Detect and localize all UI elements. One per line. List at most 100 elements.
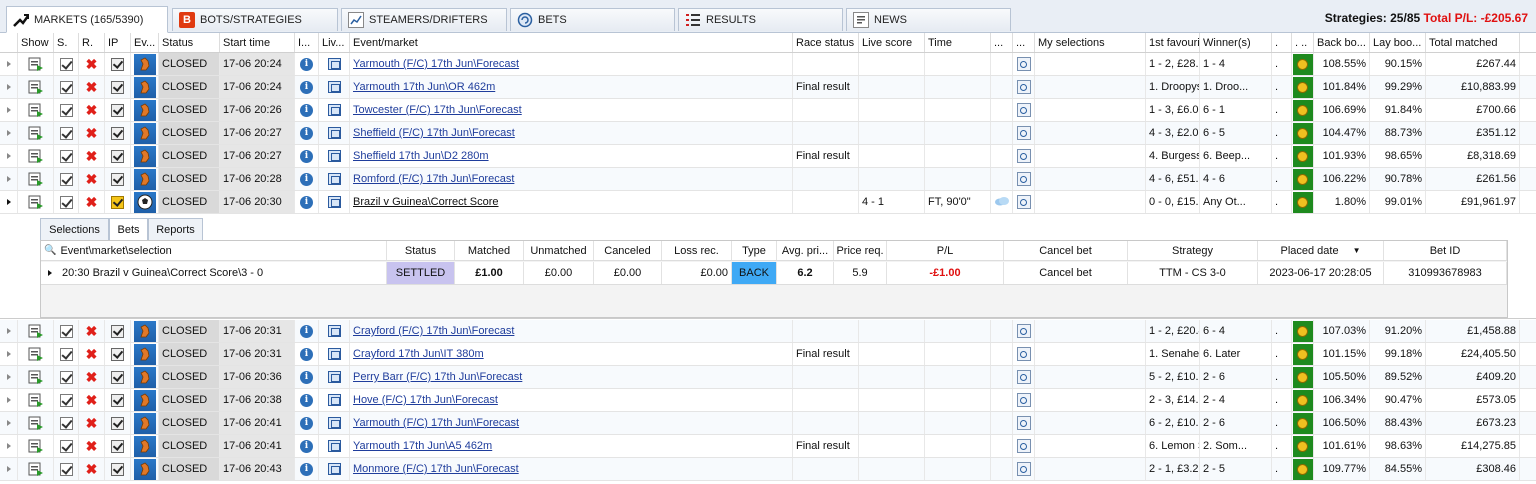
- magnifier-icon[interactable]: [1016, 347, 1031, 361]
- info-icon[interactable]: i: [300, 439, 313, 453]
- coin-cell[interactable]: [1292, 412, 1314, 434]
- col-r[interactable]: R.: [79, 33, 105, 52]
- event-market-link[interactable]: Towcester (F/C) 17th Jun\Forecast: [353, 104, 522, 116]
- event-market-cell[interactable]: Yarmouth 17th Jun\OR 462m: [350, 76, 793, 98]
- table-row[interactable]: ✖ CLOSED 17-06 20:41 i Yarmouth (F/C) 17th J…: [0, 412, 1536, 435]
- ip-cell[interactable]: [105, 76, 131, 98]
- tab-markets[interactable]: MARKETS (165/5390): [6, 6, 168, 33]
- col-s[interactable]: S.: [54, 33, 79, 52]
- coin-cell[interactable]: [1292, 168, 1314, 190]
- info-cell[interactable]: i: [295, 412, 319, 434]
- event-market-cell[interactable]: Monmore (F/C) 17th Jun\Forecast: [350, 458, 793, 480]
- col-info[interactable]: I...: [295, 33, 319, 52]
- bcol-bet-id[interactable]: Bet ID: [1384, 241, 1507, 260]
- ip-cell[interactable]: [105, 435, 131, 457]
- info-cell[interactable]: i: [295, 53, 319, 75]
- event-market-link[interactable]: Hove (F/C) 17th Jun\Forecast: [353, 394, 498, 406]
- remove-icon[interactable]: ✖: [86, 346, 98, 363]
- col-back-book[interactable]: Back bo...: [1314, 33, 1370, 52]
- r-cell[interactable]: ✖: [79, 76, 105, 98]
- magnifier-icon[interactable]: [1016, 370, 1031, 384]
- live-video-icon[interactable]: [327, 371, 341, 383]
- s-cell[interactable]: [54, 76, 79, 98]
- tab-results[interactable]: RESULTS: [678, 8, 843, 31]
- col-show[interactable]: Show: [18, 33, 54, 52]
- ip-cell[interactable]: [105, 366, 131, 388]
- s-cell[interactable]: [54, 122, 79, 144]
- show-cell[interactable]: [18, 366, 54, 388]
- live-cell[interactable]: [319, 99, 350, 121]
- live-video-icon[interactable]: [327, 81, 341, 93]
- event-market-cell[interactable]: Brazil v Guinea\Correct Score: [350, 191, 793, 213]
- coin-cell[interactable]: [1292, 458, 1314, 480]
- live-video-icon[interactable]: [327, 348, 341, 360]
- s-cell[interactable]: [54, 389, 79, 411]
- col-event[interactable]: Ev...: [131, 33, 159, 52]
- select-checkbox[interactable]: [59, 57, 73, 71]
- select-checkbox[interactable]: [59, 195, 73, 209]
- select-checkbox[interactable]: [59, 149, 73, 163]
- coin-cell[interactable]: [1292, 320, 1314, 342]
- col-winners[interactable]: Winner(s): [1200, 33, 1272, 52]
- select-checkbox[interactable]: [59, 80, 73, 94]
- expand-toggle[interactable]: [0, 168, 18, 190]
- live-cell[interactable]: [319, 343, 350, 365]
- live-video-icon[interactable]: [327, 440, 341, 452]
- col-my-selections[interactable]: My selections: [1035, 33, 1146, 52]
- ip-cell[interactable]: [105, 191, 131, 213]
- live-cell[interactable]: [319, 53, 350, 75]
- remove-icon[interactable]: ✖: [86, 438, 98, 455]
- expand-toggle[interactable]: [0, 122, 18, 144]
- s-cell[interactable]: [54, 320, 79, 342]
- table-row[interactable]: ✖ CLOSED 17-06 20:36 i Perry Barr (F/C) 17th…: [0, 366, 1536, 389]
- info-icon[interactable]: i: [300, 347, 313, 361]
- coin-cell[interactable]: [1292, 76, 1314, 98]
- coin-cell[interactable]: [1292, 435, 1314, 457]
- coins-icon[interactable]: [1292, 320, 1313, 342]
- event-market-cell[interactable]: Perry Barr (F/C) 17th Jun\Forecast: [350, 366, 793, 388]
- search-cell[interactable]: [1013, 389, 1035, 411]
- col-start-time[interactable]: Start time: [220, 33, 295, 52]
- col-1st-favourite[interactable]: 1st favourite: [1146, 33, 1200, 52]
- col-lay-book[interactable]: Lay boo...: [1370, 33, 1426, 52]
- bcol-canceled[interactable]: Canceled: [594, 241, 662, 260]
- r-cell[interactable]: ✖: [79, 412, 105, 434]
- live-video-icon[interactable]: [327, 196, 341, 208]
- coin-cell[interactable]: [1292, 389, 1314, 411]
- show-cell[interactable]: [18, 458, 54, 480]
- tab-steamers-drifters[interactable]: STEAMERS/DRIFTERS: [341, 8, 507, 31]
- s-cell[interactable]: [54, 343, 79, 365]
- info-icon[interactable]: i: [300, 80, 313, 94]
- table-row[interactable]: ✖ CLOSED 17-06 20:43 i Monmore (F/C) 17th Ju…: [0, 458, 1536, 481]
- select-checkbox[interactable]: [59, 324, 73, 338]
- coins-icon[interactable]: [1292, 435, 1313, 457]
- expand-toggle[interactable]: [0, 458, 18, 480]
- remove-icon[interactable]: ✖: [86, 148, 98, 165]
- event-market-link[interactable]: Brazil v Guinea\Correct Score: [353, 196, 499, 208]
- info-icon[interactable]: i: [300, 462, 313, 476]
- r-cell[interactable]: ✖: [79, 366, 105, 388]
- event-market-link[interactable]: Yarmouth (F/C) 17th Jun\Forecast: [353, 417, 519, 429]
- r-cell[interactable]: ✖: [79, 435, 105, 457]
- event-market-cell[interactable]: Towcester (F/C) 17th Jun\Forecast: [350, 99, 793, 121]
- ip-cell[interactable]: [105, 99, 131, 121]
- info-cell[interactable]: i: [295, 435, 319, 457]
- col-live-score[interactable]: Live score: [859, 33, 925, 52]
- coin-cell[interactable]: [1292, 145, 1314, 167]
- show-cell[interactable]: [18, 168, 54, 190]
- magnifier-icon[interactable]: [1016, 126, 1031, 140]
- bcol-loss-rec[interactable]: Loss rec.: [662, 241, 732, 260]
- expand-toggle[interactable]: [0, 191, 18, 213]
- search-cell[interactable]: [1013, 99, 1035, 121]
- r-cell[interactable]: ✖: [79, 99, 105, 121]
- bcol-status[interactable]: Status: [387, 241, 455, 260]
- bcol-price-req[interactable]: Price req.: [834, 241, 887, 260]
- info-icon[interactable]: i: [300, 370, 313, 384]
- subtab-reports[interactable]: Reports: [148, 218, 203, 240]
- search-cell[interactable]: [1013, 435, 1035, 457]
- r-cell[interactable]: ✖: [79, 168, 105, 190]
- live-cell[interactable]: [319, 168, 350, 190]
- table-row[interactable]: ✖ CLOSED 17-06 20:38 i Hove (F/C) 17th Jun\F…: [0, 389, 1536, 412]
- ip-cell[interactable]: [105, 168, 131, 190]
- info-icon[interactable]: i: [300, 172, 313, 186]
